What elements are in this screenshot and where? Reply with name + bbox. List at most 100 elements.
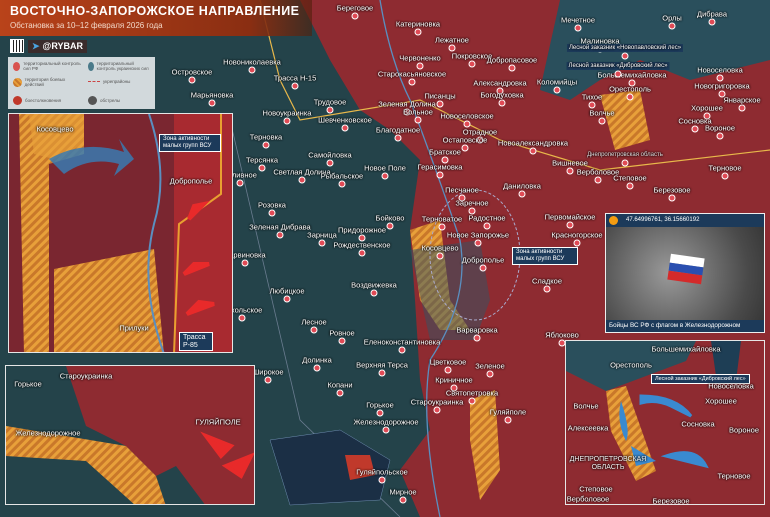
coords-text: 47.64996761, 36.15660192 (626, 217, 700, 223)
page-title: ВОСТОЧНО-ЗАПОРОЖСКОЕ НАПРАВЛЕНИЕ (10, 4, 300, 18)
telegram-link[interactable]: ➤ @RYBAR (28, 39, 87, 53)
town-label: Старокасьяновское (377, 69, 447, 79)
region-label: ДНЕПРОПЕТРОВСКАЯ ОБЛАСТЬ (569, 456, 647, 472)
brand-handle: @RYBAR (42, 41, 83, 51)
town-label: Прилуки (119, 323, 149, 333)
town-marker (326, 106, 334, 114)
town-label: Остаповское (442, 135, 488, 145)
town-label: Январское (723, 95, 761, 105)
town-marker (479, 264, 487, 272)
legend-label: обстрелы (100, 98, 121, 103)
town-label: Вороное (705, 123, 735, 133)
town-label: Терновое (708, 163, 742, 173)
town-label: Большемихайловка (597, 70, 667, 80)
legend-label: боестолкновения (25, 98, 62, 103)
town-marker (338, 337, 346, 345)
town-marker (370, 289, 378, 297)
town-label: Варваровка (456, 325, 498, 335)
town-label: Трасса Н-15 (273, 73, 317, 83)
town-marker (326, 159, 334, 167)
town-marker (553, 86, 561, 94)
inset-ternovoe[interactable]: Большемихайловка Орестополь Лесной заказ… (565, 340, 765, 505)
town-label: Криничное (435, 375, 473, 385)
page-subtitle: Обстановка за 10–12 февраля 2026 года (10, 21, 163, 30)
town-marker (258, 164, 266, 172)
town-marker (313, 364, 321, 372)
qr-code-icon (10, 39, 24, 53)
fortified-swatch (88, 81, 100, 82)
town-label: Герасимовка (417, 162, 463, 172)
town-label: Братское (429, 147, 461, 157)
town-label: ГУЛЯЙПОЛЕ (195, 417, 241, 427)
town-label: Горькое (366, 400, 394, 410)
town-label: Доброполье (169, 176, 213, 186)
town-marker (414, 116, 422, 124)
town-label: Червоненко (399, 53, 441, 63)
town-label: Островское (171, 67, 213, 77)
town-marker (378, 369, 386, 377)
road-label: Трасса Р-85 (179, 332, 213, 352)
town-label: Трудовое (313, 97, 347, 107)
town-marker (614, 70, 622, 78)
town-label: Самойловка (308, 150, 352, 160)
town-label: Зеленое (475, 361, 505, 371)
town-marker (738, 104, 746, 112)
town-label: Долинка (302, 355, 332, 365)
town-label: Гуляйпольское (356, 467, 408, 477)
town-marker (626, 182, 634, 190)
town-label: Рыбальское (320, 171, 364, 181)
town-label: Дибрава (697, 9, 727, 19)
town-marker (721, 172, 729, 180)
town-label: Новое Поле (364, 163, 406, 173)
town-marker (498, 99, 506, 107)
town-label: Доброполье (461, 255, 505, 265)
russian-flag-image (667, 253, 705, 285)
town-marker (283, 117, 291, 125)
town-label: Писанцы (424, 91, 456, 101)
inset-gulyaipole[interactable]: Горькое Староукраинка Железнодорожное ГУ… (5, 365, 255, 505)
town-label: Копани (327, 380, 353, 390)
town-label: Горькое (14, 379, 42, 389)
town-marker (508, 64, 516, 72)
town-marker (341, 124, 349, 132)
town-label: Еленоконстантиновка (363, 337, 441, 347)
town-label: Песчаное (445, 185, 479, 195)
town-label: Железнодорожное (15, 428, 81, 438)
legend-label: территория боевых действий (24, 77, 66, 87)
town-label: Богодуховка (480, 90, 524, 100)
town-marker (594, 176, 602, 184)
zone-label: Зона активности малых групп ВСУ (159, 134, 221, 152)
town-marker (668, 194, 676, 202)
town-label: Большемихайловка (651, 344, 721, 354)
town-marker (399, 496, 407, 504)
town-label: Терсянка (245, 155, 279, 165)
town-label: Степовое (579, 484, 613, 494)
town-label: Верболовое (566, 494, 610, 504)
town-label: Березовое (652, 496, 690, 505)
combat-area-swatch (13, 77, 22, 87)
photo-inset[interactable]: 47.64996761, 36.15660192 Бойцы ВС РФ с ф… (605, 213, 765, 333)
town-label: Благодатное (375, 125, 421, 135)
town-label: Терноватое (421, 214, 463, 224)
legend-label: территориальный контроль украинских сил (96, 61, 149, 71)
town-marker (398, 346, 406, 354)
town-label: Новоалександровка (497, 138, 569, 148)
brand: ➤ @RYBAR (10, 39, 87, 53)
town-label: Гуляйполе (489, 407, 527, 417)
town-marker (238, 314, 246, 322)
town-label: Придорожное (337, 225, 387, 235)
town-label: Новоселовское (440, 111, 494, 121)
town-marker (438, 223, 446, 231)
inset-dobropolie[interactable]: Косовцево Доброполье Прилуки Трасса Р-85… (8, 113, 233, 353)
shelling-icon (88, 96, 97, 105)
town-marker (504, 416, 512, 424)
town-label: Железнодорожное (353, 417, 419, 427)
town-label: Орестополь (610, 360, 652, 370)
town-marker (381, 172, 389, 180)
town-marker (262, 141, 270, 149)
town-marker (574, 24, 582, 32)
town-marker (408, 78, 416, 86)
town-marker (241, 259, 249, 267)
town-marker (378, 476, 386, 484)
town-label: Цветковое (429, 357, 467, 367)
